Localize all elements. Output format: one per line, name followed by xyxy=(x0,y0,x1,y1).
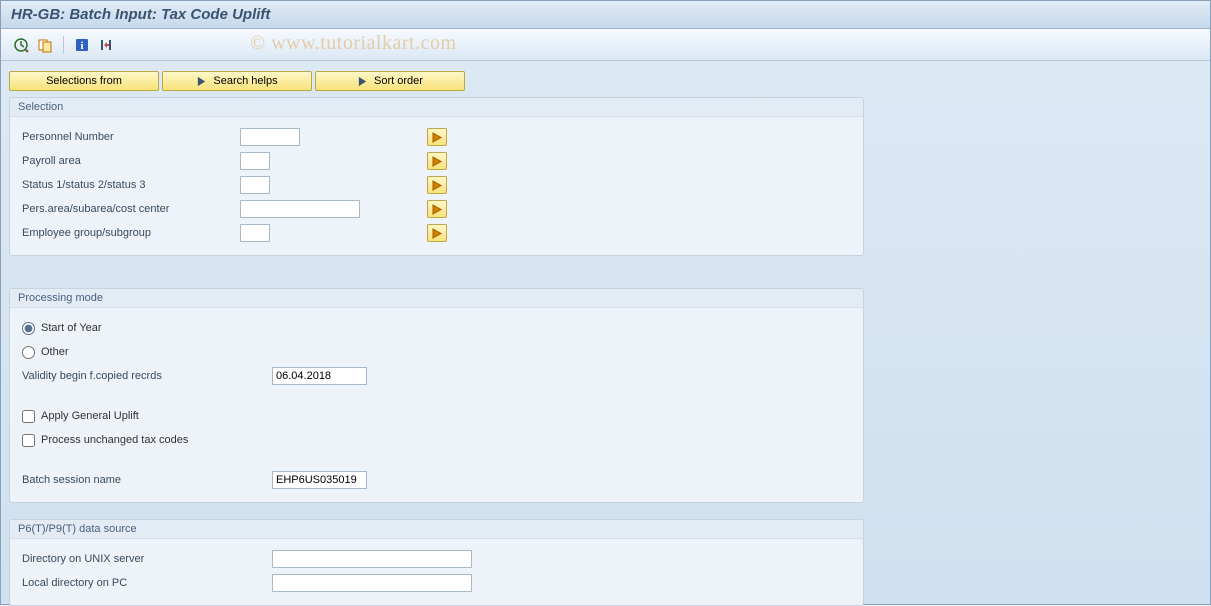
status-label: Status 1/status 2/status 3 xyxy=(22,179,240,191)
checkbox-label: Process unchanged tax codes xyxy=(41,434,188,446)
selections-from-button[interactable]: Selections from xyxy=(9,71,159,91)
dir-unix-input[interactable] xyxy=(272,550,472,568)
dir-pc-label: Local directory on PC xyxy=(22,577,272,589)
data-source-group: P6(T)/P9(T) data source Directory on UNI… xyxy=(9,519,864,606)
validity-begin-label: Validity begin f.copied recrds xyxy=(22,370,272,382)
group-title: P6(T)/P9(T) data source xyxy=(10,520,863,539)
pers-area-label: Pers.area/subarea/cost center xyxy=(22,203,240,215)
collapse-all-icon[interactable] xyxy=(96,35,116,55)
emp-group-input[interactable] xyxy=(240,224,270,242)
personnel-number-label: Personnel Number xyxy=(22,131,240,143)
status-input[interactable] xyxy=(240,176,270,194)
button-label: Search helps xyxy=(213,75,277,87)
processing-mode-group: Processing mode Start of Year Other Vali… xyxy=(9,288,864,503)
other-radio[interactable]: Other xyxy=(22,346,69,359)
pers-area-input[interactable] xyxy=(240,200,360,218)
dir-pc-input[interactable] xyxy=(272,574,472,592)
batch-session-label: Batch session name xyxy=(22,474,272,486)
group-title: Processing mode xyxy=(10,289,863,308)
sap-window: HR-GB: Batch Input: Tax Code Uplift i © … xyxy=(0,0,1211,605)
button-bar: Selections from Search helps Sort order xyxy=(9,71,1202,91)
radio-label: Start of Year xyxy=(41,322,102,334)
variant-icon[interactable] xyxy=(35,35,55,55)
sort-order-button[interactable]: Sort order xyxy=(315,71,465,91)
info-icon[interactable]: i xyxy=(72,35,92,55)
button-label: Sort order xyxy=(374,75,423,87)
button-label: Selections from xyxy=(46,75,122,87)
arrow-right-icon xyxy=(357,76,368,87)
svg-text:i: i xyxy=(80,40,83,52)
multiple-selection-button[interactable] xyxy=(427,128,447,146)
start-of-year-radio[interactable]: Start of Year xyxy=(22,322,102,335)
radio-label: Other xyxy=(41,346,69,358)
checkbox-label: Apply General Uplift xyxy=(41,410,139,422)
arrow-right-icon xyxy=(196,76,207,87)
process-unchanged-checkbox-input[interactable] xyxy=(22,434,35,447)
payroll-area-label: Payroll area xyxy=(22,155,240,167)
start-of-year-radio-input[interactable] xyxy=(22,322,35,335)
group-title: Selection xyxy=(10,98,863,117)
selection-group: Selection Personnel Number Payroll area … xyxy=(9,97,864,256)
multiple-selection-button[interactable] xyxy=(427,200,447,218)
search-helps-button[interactable]: Search helps xyxy=(162,71,312,91)
title-bar: HR-GB: Batch Input: Tax Code Uplift xyxy=(1,1,1210,29)
other-radio-input[interactable] xyxy=(22,346,35,359)
emp-group-label: Employee group/subgroup xyxy=(22,227,240,239)
multiple-selection-button[interactable] xyxy=(427,224,447,242)
execute-icon[interactable] xyxy=(11,35,31,55)
validity-begin-input[interactable] xyxy=(272,367,367,385)
toolbar-separator xyxy=(63,36,64,54)
dir-unix-label: Directory on UNIX server xyxy=(22,553,272,565)
payroll-area-input[interactable] xyxy=(240,152,270,170)
content-area: Selections from Search helps Sort order … xyxy=(1,61,1210,604)
app-toolbar: i xyxy=(1,29,1210,61)
multiple-selection-button[interactable] xyxy=(427,176,447,194)
apply-uplift-checkbox-input[interactable] xyxy=(22,410,35,423)
batch-session-input[interactable] xyxy=(272,471,367,489)
page-title: HR-GB: Batch Input: Tax Code Uplift xyxy=(11,6,270,23)
personnel-number-input[interactable] xyxy=(240,128,300,146)
apply-uplift-checkbox[interactable]: Apply General Uplift xyxy=(22,410,139,423)
process-unchanged-checkbox[interactable]: Process unchanged tax codes xyxy=(22,434,188,447)
multiple-selection-button[interactable] xyxy=(427,152,447,170)
